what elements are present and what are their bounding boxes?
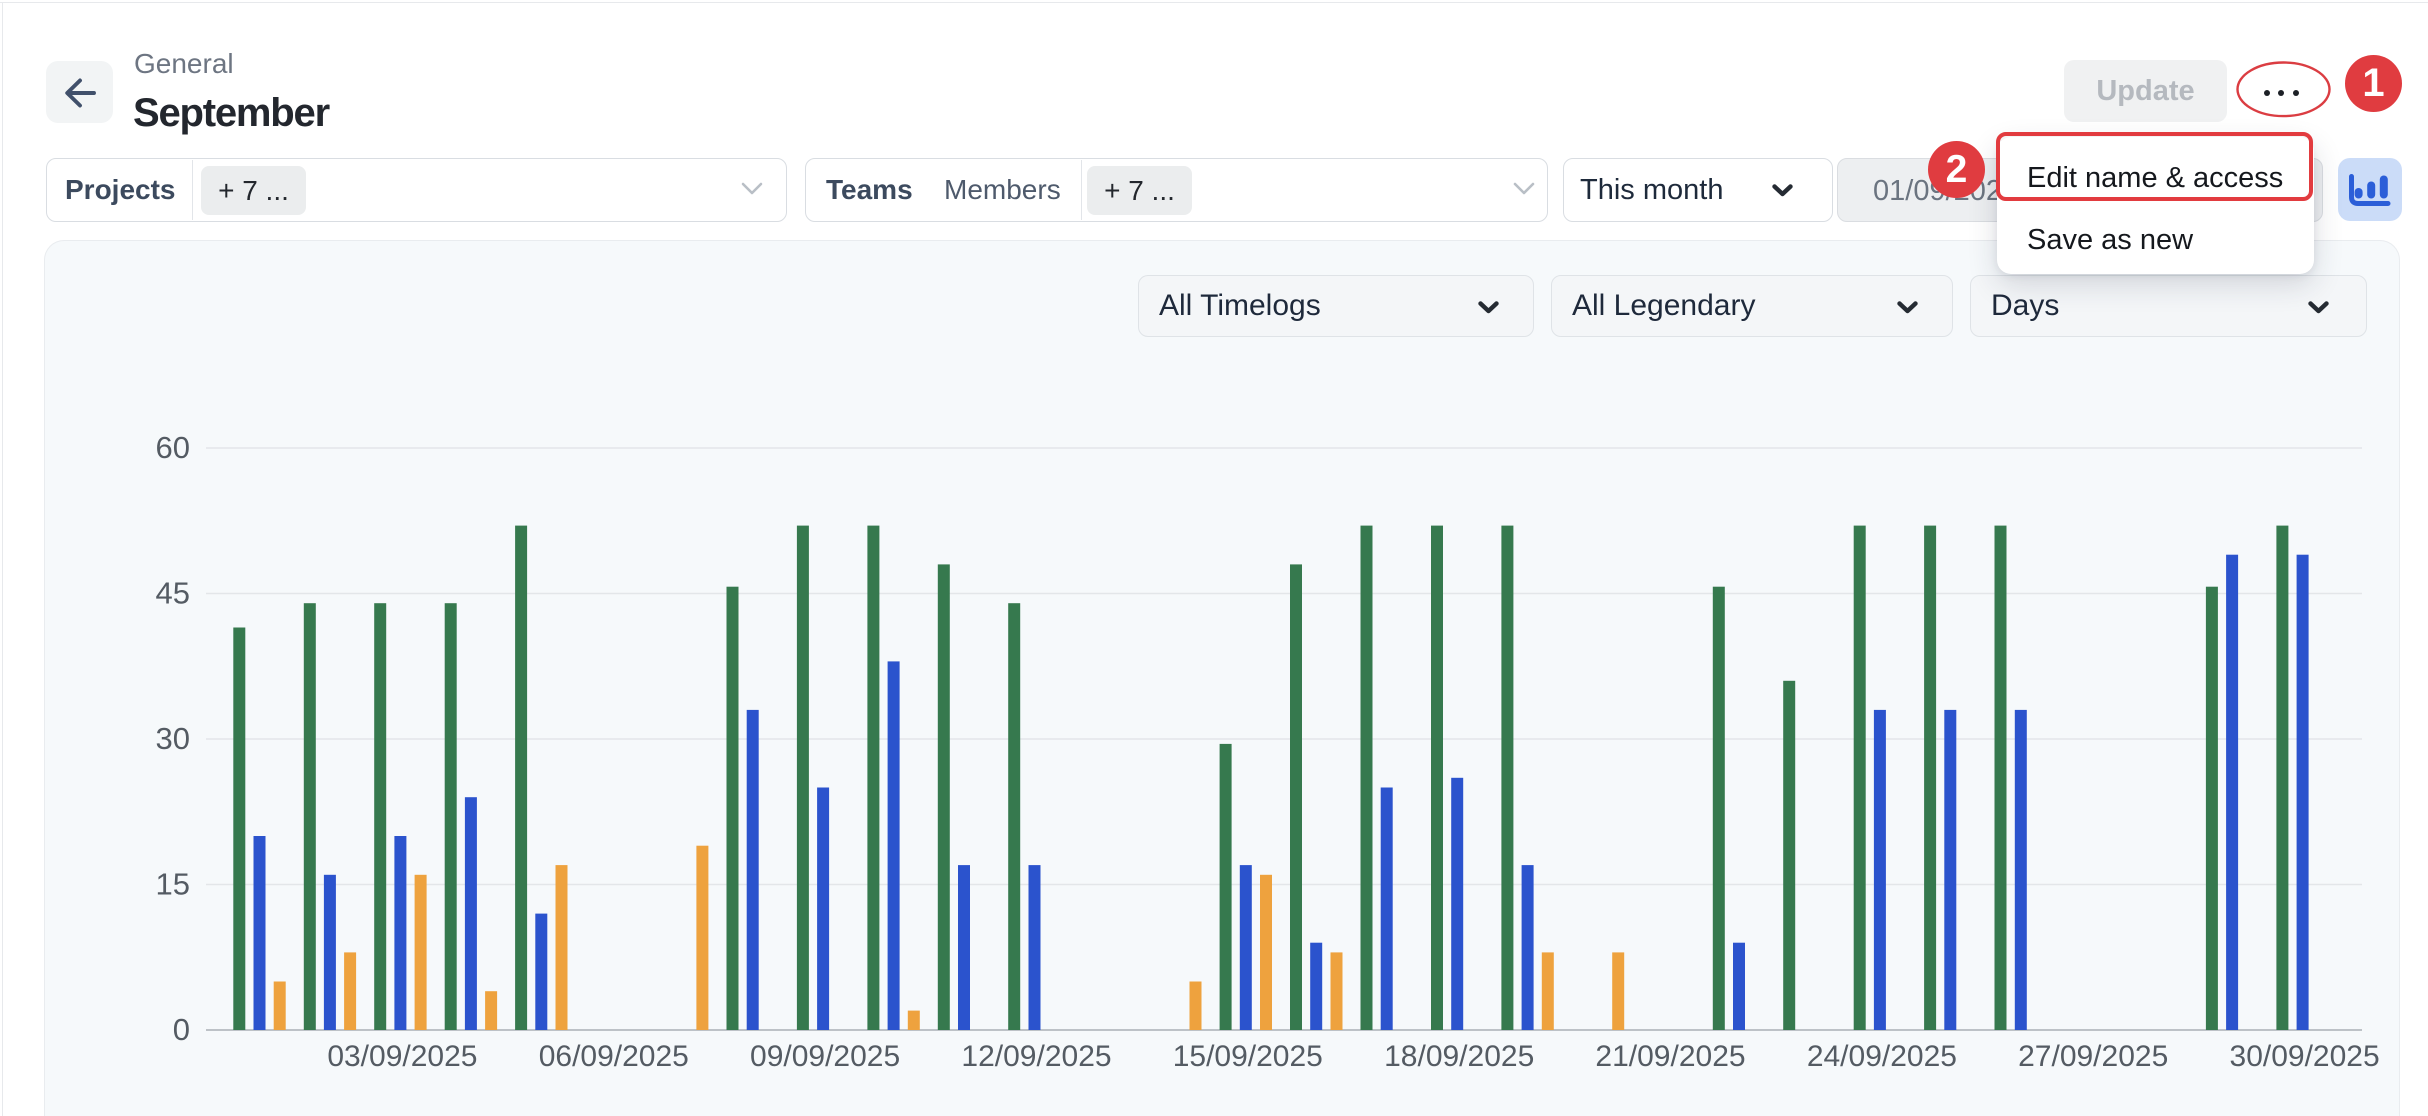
svg-text:0: 0 [173, 1012, 190, 1047]
svg-text:45: 45 [156, 576, 190, 611]
svg-text:15: 15 [156, 867, 190, 902]
svg-text:24/09/2025: 24/09/2025 [1807, 1040, 1957, 1073]
svg-text:27/09/2025: 27/09/2025 [2018, 1040, 2168, 1073]
svg-text:15/09/2025: 15/09/2025 [1173, 1040, 1323, 1073]
svg-text:12/09/2025: 12/09/2025 [961, 1040, 1111, 1073]
svg-text:06/09/2025: 06/09/2025 [539, 1040, 689, 1073]
svg-text:18/09/2025: 18/09/2025 [1384, 1040, 1534, 1073]
svg-text:60: 60 [156, 430, 190, 465]
svg-text:30: 30 [156, 721, 190, 756]
svg-text:30/09/2025: 30/09/2025 [2230, 1040, 2380, 1073]
svg-text:03/09/2025: 03/09/2025 [327, 1040, 477, 1073]
svg-text:09/09/2025: 09/09/2025 [750, 1040, 900, 1073]
svg-text:21/09/2025: 21/09/2025 [1595, 1040, 1745, 1073]
